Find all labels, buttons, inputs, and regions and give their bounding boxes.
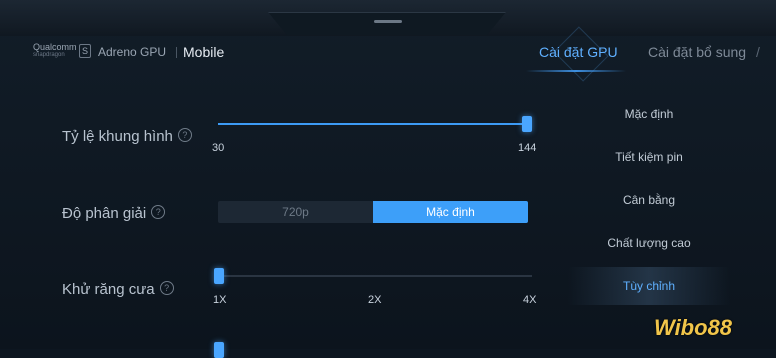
anti-aliasing-tick-1x: 1X	[213, 294, 227, 306]
preset-default[interactable]: Mặc định	[568, 95, 730, 133]
mode-label: Mobile	[183, 44, 225, 60]
resolution-option-default[interactable]: Mặc định	[373, 201, 528, 223]
snapdragon-wordmark: snapdragon	[33, 52, 65, 58]
resolution-segmented-control: 720p Mặc định	[218, 201, 528, 223]
anti-aliasing-label: Khử răng cưa	[62, 281, 155, 298]
frame-rate-min-label: 30	[212, 142, 225, 154]
header-divider	[176, 47, 177, 58]
wibo88-watermark-logo: Wibo88	[654, 315, 733, 340]
help-icon[interactable]: ?	[151, 205, 166, 220]
snapdragon-icon: S	[79, 44, 91, 58]
adreno-label: Adreno GPU	[98, 45, 167, 59]
frame-rate-slider-thumb[interactable]	[522, 116, 532, 132]
resolution-row: Độ phân giải?	[62, 205, 166, 222]
top-notch	[268, 12, 506, 35]
frame-rate-label: Tỷ lệ khung hình	[62, 128, 173, 145]
resolution-label: Độ phân giải	[62, 205, 147, 222]
qualcomm-wordmark: Qualcomm	[33, 42, 77, 52]
anti-aliasing-tick-4x: 4X	[523, 294, 537, 306]
anti-aliasing-tick-2x: 2X	[368, 294, 382, 306]
frame-rate-row: Tỷ lệ khung hình?	[62, 128, 192, 145]
qualcomm-logo: Qualcomm snapdragon	[33, 43, 77, 59]
active-tab-underline	[526, 70, 626, 72]
anti-aliasing-slider-thumb[interactable]	[214, 268, 224, 284]
anti-aliasing-row: Khử răng cưa?	[62, 281, 174, 298]
drag-handle[interactable]	[374, 20, 402, 23]
help-icon[interactable]: ?	[177, 128, 192, 143]
preset-battery-saver[interactable]: Tiết kiệm pin	[568, 138, 730, 176]
tab-separator: /	[756, 44, 760, 60]
resolution-option-720p[interactable]: 720p	[218, 201, 373, 223]
help-icon[interactable]: ?	[159, 281, 174, 296]
preset-high-quality[interactable]: Chất lượng cao	[568, 224, 730, 262]
frame-rate-max-label: 144	[518, 142, 537, 154]
anti-aliasing-slider-track[interactable]	[218, 275, 532, 277]
app-window: Qualcomm snapdragon S Adreno GPU Mobile …	[0, 0, 776, 358]
tab-additional-settings[interactable]: Cài đặt bổ sung	[648, 44, 746, 60]
preset-custom[interactable]: Tùy chỉnh	[568, 267, 730, 305]
frame-rate-slider-fill	[218, 123, 527, 125]
tab-gpu-settings[interactable]: Cài đặt GPU	[539, 44, 618, 60]
next-slider-thumb[interactable]	[214, 342, 224, 358]
preset-balanced[interactable]: Cân bằng	[568, 181, 730, 219]
